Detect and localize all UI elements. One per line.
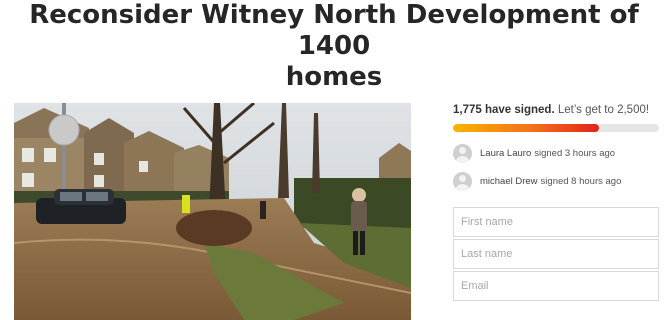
signature-progress-text: 1,775 have signed. Let’s get to 2,500! xyxy=(453,104,649,116)
petition-title: Reconsider Witney North Development of 1… xyxy=(0,0,668,93)
signer-time: signed 3 hours ago xyxy=(534,147,616,159)
email-input[interactable] xyxy=(453,271,659,301)
petition-title-line-1: Reconsider Witney North Development of 1… xyxy=(29,0,639,61)
signature-progress-bar xyxy=(453,124,659,132)
signature-goal: Let’s get to 2,500! xyxy=(557,104,650,116)
avatar xyxy=(453,171,472,191)
signature-count: 1,775 have signed. xyxy=(453,104,555,116)
signer-name: michael Drew xyxy=(480,175,538,187)
petition-photo xyxy=(14,103,411,320)
signature-progress-fill xyxy=(453,124,600,132)
signer-time: signed 8 hours ago xyxy=(540,175,622,187)
recent-signer: michael Drew signed 8 hours ago xyxy=(453,171,621,191)
avatar xyxy=(453,143,472,163)
last-name-input[interactable] xyxy=(453,239,659,269)
signer-name: Laura Lauro xyxy=(480,147,532,159)
first-name-input[interactable] xyxy=(453,207,659,237)
petition-title-line-2: homes xyxy=(285,62,383,92)
recent-signer: Laura Lauro signed 3 hours ago xyxy=(453,143,615,163)
